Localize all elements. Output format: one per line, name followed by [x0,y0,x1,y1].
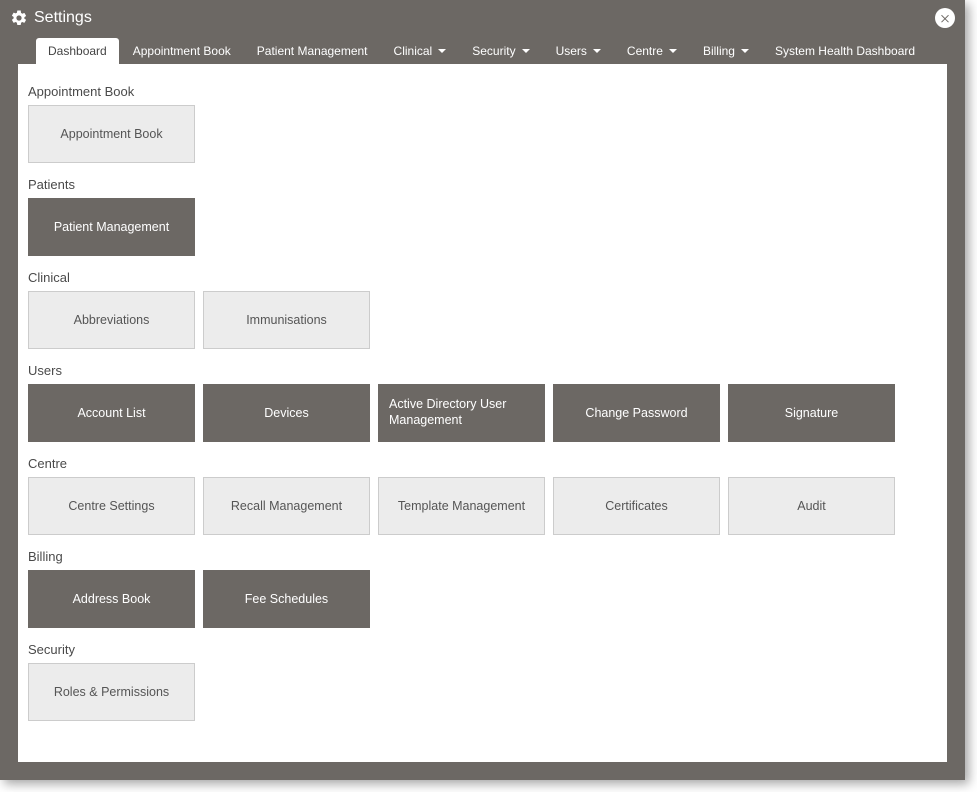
tab-clinical[interactable]: Clinical [382,38,459,64]
tile-label: Centre Settings [68,499,154,513]
tile-label: Account List [77,406,145,420]
tile-address-book[interactable]: Address Book [28,570,195,628]
titlebar: Settings [0,0,965,36]
tile-label: Roles & Permissions [54,685,169,699]
section-heading: Centre [28,456,937,471]
tile-label: Audit [797,499,826,513]
tile-label: Abbreviations [74,313,150,327]
tile-recall-management[interactable]: Recall Management [203,477,370,535]
tile-patient-management[interactable]: Patient Management [28,198,195,256]
tab-users[interactable]: Users [544,38,613,64]
tabs-strip: Dashboard Appointment Book Patient Managem… [0,36,965,64]
tile-label: Recall Management [231,499,342,513]
tile-row: Patient Management [28,198,937,256]
tile-row: Account List Devices Active Directory User… [28,384,937,442]
tile-row: Centre Settings Recall Management Template… [28,477,937,535]
tab-billing[interactable]: Billing [691,38,761,64]
tile-label: Certificates [605,499,668,513]
tile-roles-permissions[interactable]: Roles & Permissions [28,663,195,721]
tile-label: Patient Management [54,220,169,234]
tab-dashboard[interactable]: Dashboard [36,38,119,64]
gear-icon [10,9,28,27]
tile-change-password[interactable]: Change Password [553,384,720,442]
close-icon [939,12,951,24]
tab-label: Clinical [394,44,433,58]
content-area: Appointment Book Appointment Book Patients… [18,64,947,762]
tile-label: Appointment Book [60,127,162,141]
tab-centre[interactable]: Centre [615,38,689,64]
tab-label: Dashboard [48,44,107,58]
section-heading: Security [28,642,937,657]
tile-signature[interactable]: Signature [728,384,895,442]
tile-label: Active Directory User Management [389,397,534,428]
tile-appointment-book[interactable]: Appointment Book [28,105,195,163]
tile-certificates[interactable]: Certificates [553,477,720,535]
tile-label: Devices [264,406,308,420]
tile-row: Abbreviations Immunisations [28,291,937,349]
chevron-down-icon [438,49,446,53]
tab-label: Billing [703,44,735,58]
settings-window: Settings Dashboard Appointment Book Patien… [0,0,965,780]
tile-row: Roles & Permissions [28,663,937,721]
tab-label: Appointment Book [133,44,231,58]
tile-abbreviations[interactable]: Abbreviations [28,291,195,349]
tab-label: Centre [627,44,663,58]
tile-label: Fee Schedules [245,592,328,606]
tile-devices[interactable]: Devices [203,384,370,442]
tile-row: Address Book Fee Schedules [28,570,937,628]
tile-label: Address Book [73,592,151,606]
tile-fee-schedules[interactable]: Fee Schedules [203,570,370,628]
tile-label: Signature [785,406,839,420]
tile-row: Appointment Book [28,105,937,163]
section-heading: Billing [28,549,937,564]
chevron-down-icon [593,49,601,53]
tile-label: Template Management [398,499,525,513]
chevron-down-icon [741,49,749,53]
window-title: Settings [34,9,92,27]
tile-active-directory-user-management[interactable]: Active Directory User Management [378,384,545,442]
tile-centre-settings[interactable]: Centre Settings [28,477,195,535]
tile-template-management[interactable]: Template Management [378,477,545,535]
tab-label: System Health Dashboard [775,44,915,58]
close-button[interactable] [935,8,955,28]
tile-account-list[interactable]: Account List [28,384,195,442]
section-heading: Users [28,363,937,378]
section-heading: Clinical [28,270,937,285]
tab-security[interactable]: Security [460,38,541,64]
tile-label: Immunisations [246,313,327,327]
section-heading: Patients [28,177,937,192]
chevron-down-icon [522,49,530,53]
tile-audit[interactable]: Audit [728,477,895,535]
tab-label: Patient Management [257,44,368,58]
tile-label: Change Password [585,406,687,420]
tab-appointment-book[interactable]: Appointment Book [121,38,243,64]
tile-immunisations[interactable]: Immunisations [203,291,370,349]
tab-label: Users [556,44,587,58]
tab-patient-management[interactable]: Patient Management [245,38,380,64]
chevron-down-icon [669,49,677,53]
tab-system-health-dashboard[interactable]: System Health Dashboard [763,38,927,64]
section-heading: Appointment Book [28,84,937,99]
tab-label: Security [472,44,515,58]
